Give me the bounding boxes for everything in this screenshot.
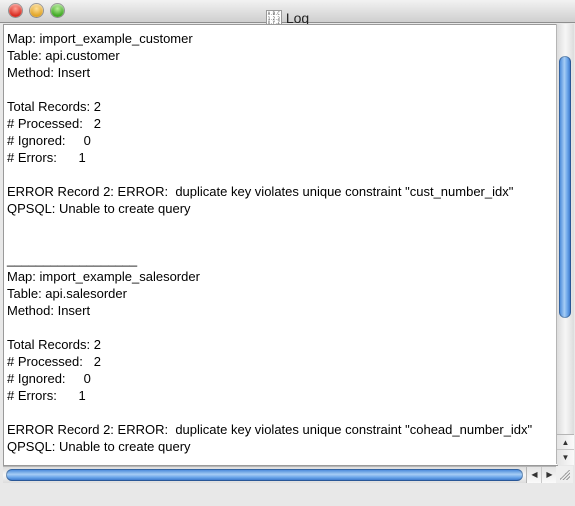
horizontal-scroll-thumb[interactable] xyxy=(6,469,523,481)
vertical-scrollbar[interactable]: ▲ ▼ xyxy=(556,24,574,465)
scroll-up-arrow-icon[interactable]: ▲ xyxy=(557,434,574,450)
scroll-right-arrow-icon[interactable]: ▶ xyxy=(541,467,557,483)
horizontal-scrollbar[interactable]: ◀ ▶ xyxy=(3,466,557,483)
log-text-area[interactable]: Map: import_example_customer Table: api.… xyxy=(3,24,558,466)
scroll-down-arrow-icon[interactable]: ▼ xyxy=(557,449,574,465)
scroll-left-arrow-icon[interactable]: ◀ xyxy=(526,467,542,483)
vertical-scroll-thumb[interactable] xyxy=(559,56,571,318)
resize-corner[interactable] xyxy=(556,466,573,483)
log-text: Map: import_example_customer Table: api.… xyxy=(7,31,533,454)
log-window: A.B.C 1.2.3 X.Y.Z Log Map: import_example_… xyxy=(0,0,575,506)
resize-grip-icon[interactable] xyxy=(560,470,570,480)
title-bar[interactable]: A.B.C 1.2.3 X.Y.Z Log xyxy=(0,0,575,26)
